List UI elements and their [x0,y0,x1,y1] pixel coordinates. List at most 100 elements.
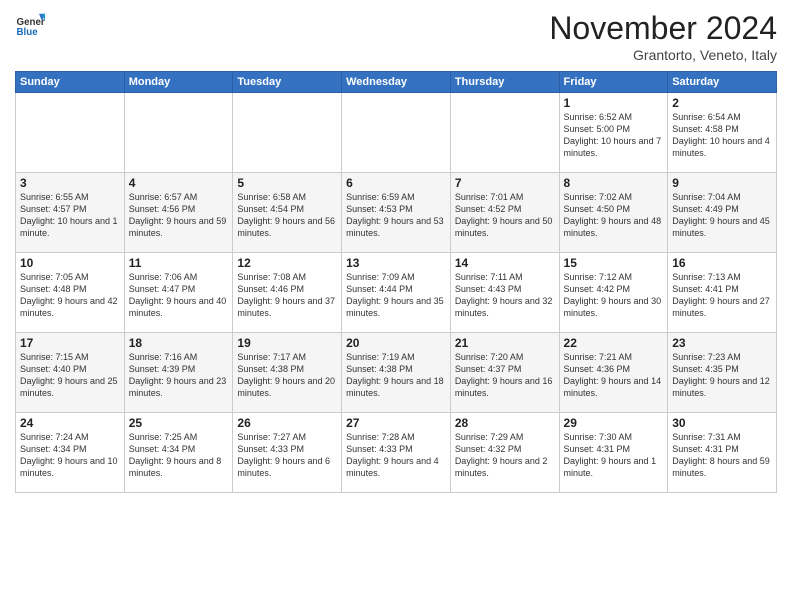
day-number: 24 [20,416,120,430]
calendar-table: SundayMondayTuesdayWednesdayThursdayFrid… [15,71,777,493]
day-number: 9 [672,176,772,190]
day-number: 27 [346,416,446,430]
day-number: 7 [455,176,555,190]
calendar-day-cell: 14Sunrise: 7:11 AM Sunset: 4:43 PM Dayli… [450,253,559,333]
day-info: Sunrise: 6:57 AM Sunset: 4:56 PM Dayligh… [129,191,229,240]
calendar-day-cell: 7Sunrise: 7:01 AM Sunset: 4:52 PM Daylig… [450,173,559,253]
day-info: Sunrise: 7:20 AM Sunset: 4:37 PM Dayligh… [455,351,555,400]
calendar-week-row: 10Sunrise: 7:05 AM Sunset: 4:48 PM Dayli… [16,253,777,333]
calendar-day-cell: 18Sunrise: 7:16 AM Sunset: 4:39 PM Dayli… [124,333,233,413]
logo: General Blue [15,10,45,40]
day-number: 17 [20,336,120,350]
day-number: 22 [564,336,664,350]
day-info: Sunrise: 7:30 AM Sunset: 4:31 PM Dayligh… [564,431,664,480]
calendar-day-cell: 3Sunrise: 6:55 AM Sunset: 4:57 PM Daylig… [16,173,125,253]
day-number: 5 [237,176,337,190]
day-info: Sunrise: 6:58 AM Sunset: 4:54 PM Dayligh… [237,191,337,240]
day-number: 28 [455,416,555,430]
month-title: November 2024 [549,10,777,47]
calendar-day-header: Saturday [668,72,777,93]
calendar-day-cell: 2Sunrise: 6:54 AM Sunset: 4:58 PM Daylig… [668,93,777,173]
calendar-week-row: 3Sunrise: 6:55 AM Sunset: 4:57 PM Daylig… [16,173,777,253]
day-number: 25 [129,416,229,430]
calendar-day-cell: 19Sunrise: 7:17 AM Sunset: 4:38 PM Dayli… [233,333,342,413]
calendar-day-cell: 23Sunrise: 7:23 AM Sunset: 4:35 PM Dayli… [668,333,777,413]
calendar-day-cell: 15Sunrise: 7:12 AM Sunset: 4:42 PM Dayli… [559,253,668,333]
day-number: 10 [20,256,120,270]
day-info: Sunrise: 6:59 AM Sunset: 4:53 PM Dayligh… [346,191,446,240]
calendar-week-row: 1Sunrise: 6:52 AM Sunset: 5:00 PM Daylig… [16,93,777,173]
calendar-day-cell: 11Sunrise: 7:06 AM Sunset: 4:47 PM Dayli… [124,253,233,333]
day-number: 20 [346,336,446,350]
day-number: 3 [20,176,120,190]
day-info: Sunrise: 7:24 AM Sunset: 4:34 PM Dayligh… [20,431,120,480]
page-header: General Blue November 2024 Grantorto, Ve… [15,10,777,63]
day-info: Sunrise: 7:09 AM Sunset: 4:44 PM Dayligh… [346,271,446,320]
day-number: 2 [672,96,772,110]
calendar-day-cell: 8Sunrise: 7:02 AM Sunset: 4:50 PM Daylig… [559,173,668,253]
calendar-day-cell: 25Sunrise: 7:25 AM Sunset: 4:34 PM Dayli… [124,413,233,493]
day-info: Sunrise: 7:25 AM Sunset: 4:34 PM Dayligh… [129,431,229,480]
day-info: Sunrise: 7:16 AM Sunset: 4:39 PM Dayligh… [129,351,229,400]
svg-text:Blue: Blue [17,27,39,38]
location: Grantorto, Veneto, Italy [549,47,777,63]
day-info: Sunrise: 6:54 AM Sunset: 4:58 PM Dayligh… [672,111,772,160]
calendar-day-cell: 29Sunrise: 7:30 AM Sunset: 4:31 PM Dayli… [559,413,668,493]
day-number: 11 [129,256,229,270]
day-number: 19 [237,336,337,350]
day-info: Sunrise: 6:55 AM Sunset: 4:57 PM Dayligh… [20,191,120,240]
day-info: Sunrise: 7:28 AM Sunset: 4:33 PM Dayligh… [346,431,446,480]
day-info: Sunrise: 7:31 AM Sunset: 4:31 PM Dayligh… [672,431,772,480]
calendar-day-cell: 13Sunrise: 7:09 AM Sunset: 4:44 PM Dayli… [342,253,451,333]
calendar-day-cell [233,93,342,173]
calendar-day-cell: 28Sunrise: 7:29 AM Sunset: 4:32 PM Dayli… [450,413,559,493]
day-info: Sunrise: 7:13 AM Sunset: 4:41 PM Dayligh… [672,271,772,320]
calendar-day-cell: 17Sunrise: 7:15 AM Sunset: 4:40 PM Dayli… [16,333,125,413]
day-number: 26 [237,416,337,430]
day-number: 8 [564,176,664,190]
day-info: Sunrise: 7:04 AM Sunset: 4:49 PM Dayligh… [672,191,772,240]
calendar-day-cell: 22Sunrise: 7:21 AM Sunset: 4:36 PM Dayli… [559,333,668,413]
calendar-day-header: Thursday [450,72,559,93]
day-number: 12 [237,256,337,270]
day-number: 6 [346,176,446,190]
day-info: Sunrise: 7:01 AM Sunset: 4:52 PM Dayligh… [455,191,555,240]
day-info: Sunrise: 7:17 AM Sunset: 4:38 PM Dayligh… [237,351,337,400]
day-info: Sunrise: 7:15 AM Sunset: 4:40 PM Dayligh… [20,351,120,400]
day-info: Sunrise: 7:02 AM Sunset: 4:50 PM Dayligh… [564,191,664,240]
calendar-day-cell: 12Sunrise: 7:08 AM Sunset: 4:46 PM Dayli… [233,253,342,333]
calendar-header-row: SundayMondayTuesdayWednesdayThursdayFrid… [16,72,777,93]
day-number: 23 [672,336,772,350]
calendar-day-cell: 5Sunrise: 6:58 AM Sunset: 4:54 PM Daylig… [233,173,342,253]
calendar-day-cell: 10Sunrise: 7:05 AM Sunset: 4:48 PM Dayli… [16,253,125,333]
calendar-week-row: 24Sunrise: 7:24 AM Sunset: 4:34 PM Dayli… [16,413,777,493]
calendar-day-cell: 1Sunrise: 6:52 AM Sunset: 5:00 PM Daylig… [559,93,668,173]
day-info: Sunrise: 7:11 AM Sunset: 4:43 PM Dayligh… [455,271,555,320]
day-info: Sunrise: 7:08 AM Sunset: 4:46 PM Dayligh… [237,271,337,320]
calendar-day-cell [16,93,125,173]
calendar-day-cell: 21Sunrise: 7:20 AM Sunset: 4:37 PM Dayli… [450,333,559,413]
day-info: Sunrise: 7:21 AM Sunset: 4:36 PM Dayligh… [564,351,664,400]
logo-icon: General Blue [15,10,45,40]
calendar-day-cell [450,93,559,173]
day-number: 30 [672,416,772,430]
calendar-day-header: Sunday [16,72,125,93]
calendar-day-cell: 16Sunrise: 7:13 AM Sunset: 4:41 PM Dayli… [668,253,777,333]
day-number: 13 [346,256,446,270]
calendar-day-header: Tuesday [233,72,342,93]
day-number: 4 [129,176,229,190]
day-info: Sunrise: 7:29 AM Sunset: 4:32 PM Dayligh… [455,431,555,480]
day-number: 1 [564,96,664,110]
day-number: 21 [455,336,555,350]
calendar-day-cell: 26Sunrise: 7:27 AM Sunset: 4:33 PM Dayli… [233,413,342,493]
calendar-week-row: 17Sunrise: 7:15 AM Sunset: 4:40 PM Dayli… [16,333,777,413]
day-info: Sunrise: 7:19 AM Sunset: 4:38 PM Dayligh… [346,351,446,400]
calendar-day-header: Monday [124,72,233,93]
calendar-day-cell: 30Sunrise: 7:31 AM Sunset: 4:31 PM Dayli… [668,413,777,493]
day-number: 16 [672,256,772,270]
calendar-day-cell: 4Sunrise: 6:57 AM Sunset: 4:56 PM Daylig… [124,173,233,253]
day-number: 18 [129,336,229,350]
day-info: Sunrise: 7:05 AM Sunset: 4:48 PM Dayligh… [20,271,120,320]
day-number: 29 [564,416,664,430]
title-block: November 2024 Grantorto, Veneto, Italy [549,10,777,63]
